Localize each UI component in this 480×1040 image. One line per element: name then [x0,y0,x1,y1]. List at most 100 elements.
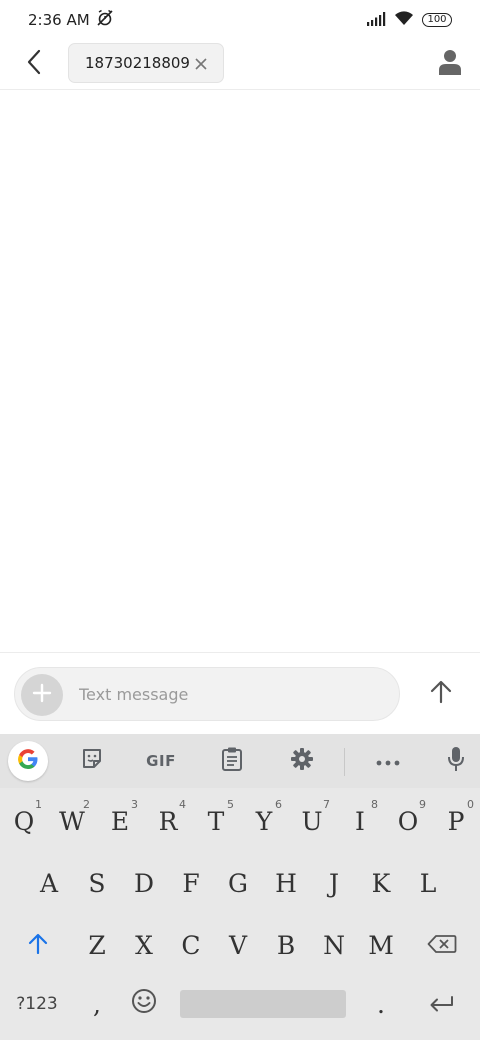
key-h[interactable]: H [263,854,309,912]
key-hint: 2 [83,798,90,811]
key-label: T [207,806,225,836]
battery-indicator: 100 [422,13,452,27]
google-g-icon [15,746,41,776]
key-z[interactable]: Z [74,916,120,974]
key-row-2: A S D F G H J K L [0,854,480,912]
key-label: W [59,806,85,836]
shift-key[interactable] [10,916,66,974]
compose-bar [0,652,480,734]
key-label: Y [255,806,273,836]
enter-key[interactable] [414,976,470,1032]
key-hint: 8 [371,798,378,811]
key-o[interactable]: O9 [386,792,430,850]
status-left: 2:36 AM [28,9,114,31]
key-label: P [447,806,465,836]
comma-key[interactable]: , [74,976,120,1032]
key-j[interactable]: J [311,854,357,912]
key-c[interactable]: C [168,916,214,974]
google-button[interactable] [8,741,48,781]
mic-icon [447,746,465,776]
wifi-icon [394,10,414,30]
status-time: 2:36 AM [28,11,90,29]
recipient-chip[interactable]: 18730218809 [68,43,224,83]
shift-arrow-icon [28,931,48,960]
key-s[interactable]: S [74,854,120,912]
key-g[interactable]: G [215,854,261,912]
key-label: I [355,806,365,836]
plus-icon [32,683,52,707]
key-e[interactable]: E3 [98,792,142,850]
keyboard-toolbar: GIF [0,734,480,788]
key-t[interactable]: T5 [194,792,238,850]
key-hint: 9 [419,798,426,811]
sticker-button[interactable] [72,742,112,780]
status-bar: 2:36 AM 100 [0,0,480,40]
message-input[interactable] [79,668,379,720]
backspace-icon [427,931,457,960]
key-u[interactable]: U7 [290,792,334,850]
emoji-icon [131,988,157,1020]
key-k[interactable]: K [358,854,404,912]
key-l[interactable]: L [405,854,451,912]
key-q[interactable]: Q1 [2,792,46,850]
key-label: R [158,806,178,836]
key-f[interactable]: F [168,854,214,912]
key-w[interactable]: W2 [50,792,94,850]
key-hint: 6 [275,798,282,811]
more-dots-icon [376,752,400,771]
key-hint: 4 [179,798,186,811]
space-key[interactable] [180,990,346,1018]
key-b[interactable]: B [263,916,309,974]
key-hint: 1 [35,798,42,811]
signal-icon [366,11,386,30]
key-a[interactable]: A [26,854,72,912]
compose-field[interactable] [14,667,400,721]
settings-button[interactable] [282,742,322,780]
key-x[interactable]: X [121,916,167,974]
alarm-off-icon [96,9,114,31]
add-attachment-button[interactable] [21,674,63,716]
symbols-key[interactable]: ?123 [8,976,66,1032]
status-right: 100 [366,10,452,30]
key-label: U [301,806,323,836]
toolbar-divider [344,748,345,776]
key-d[interactable]: D [121,854,167,912]
person-icon [439,49,461,79]
keyboard: G I F Q 1 W 2 E 3 R 4 T 5 Y 6 U 7 I 8 O 9 … [0,734,480,1040]
back-button[interactable] [18,48,50,80]
contact-button[interactable] [434,48,466,80]
send-arrow-icon [430,680,452,708]
period-key[interactable]: . [358,976,404,1032]
clipboard-button[interactable] [212,742,252,780]
close-icon[interactable] [193,56,209,72]
key-label: O [397,806,419,836]
key-y[interactable]: Y6 [242,792,286,850]
clipboard-icon [221,746,243,776]
gif-label: GIF [146,752,176,770]
key-row-3: Z X C V B N M [0,916,480,974]
emoji-key[interactable] [121,976,167,1032]
gif-button[interactable]: GIF [138,742,184,780]
conversation-header: 18730218809 [0,40,480,90]
key-r[interactable]: R4 [146,792,190,850]
key-label: E [110,806,130,836]
key-label: Q [13,806,35,836]
send-button[interactable] [424,677,458,711]
key-hint: 3 [131,798,138,811]
message-thread[interactable] [0,91,480,652]
key-i[interactable]: I8 [338,792,382,850]
key-hint: 0 [467,798,474,811]
backspace-key[interactable] [414,916,470,974]
enter-icon [429,990,455,1019]
more-button[interactable] [368,742,408,780]
back-arrow-icon [26,49,42,79]
key-hint: 7 [323,798,330,811]
key-hint: 5 [227,798,234,811]
key-v[interactable]: V [215,916,261,974]
key-m[interactable]: M [358,916,404,974]
key-n[interactable]: N [311,916,357,974]
key-p[interactable]: P0 [434,792,478,850]
voice-input-button[interactable] [436,742,476,780]
sticker-icon [80,747,104,775]
gear-icon [290,747,314,775]
